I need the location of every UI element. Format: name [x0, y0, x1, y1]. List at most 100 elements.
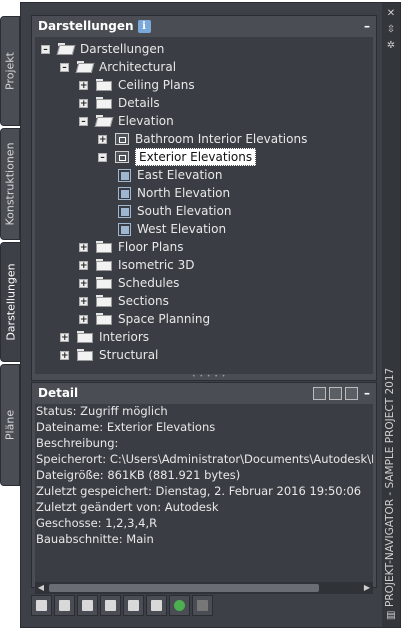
- tree-node[interactable]: – Architectural: [60, 58, 176, 76]
- detail-list-icon[interactable]: [329, 386, 342, 400]
- tab-darstellungen[interactable]: Darstellungen: [0, 242, 20, 362]
- minimize-button[interactable]: –: [364, 19, 370, 33]
- expand-icon[interactable]: +: [60, 350, 69, 360]
- expand-icon[interactable]: +: [79, 80, 88, 90]
- tree-node-label: Schedules: [118, 276, 180, 290]
- elevation-view-icon: [117, 186, 131, 200]
- tree-node[interactable]: + Isometric 3D: [79, 256, 194, 274]
- preview-icon[interactable]: [313, 386, 326, 400]
- delete-icon[interactable]: [192, 595, 213, 616]
- horizontal-scrollbar[interactable]: ◀ ▶: [35, 582, 373, 594]
- detail-content: Status: Zugriff möglich Dateiname: Exteri…: [35, 404, 373, 584]
- tree-node[interactable]: West Elevation: [117, 220, 226, 238]
- expand-icon[interactable]: +: [60, 332, 69, 342]
- views-panel: Darstellungen i – – Darstellungen – Archite…: [31, 15, 377, 381]
- close-icon[interactable]: ✕: [386, 9, 396, 19]
- detail-line: Zuletzt geändert von: Autodesk: [36, 500, 219, 514]
- folder-open-icon: [58, 43, 74, 55]
- expand-icon[interactable]: +: [79, 314, 88, 324]
- view-icon: [115, 133, 129, 145]
- scroll-left-icon[interactable]: ◀: [35, 582, 47, 594]
- project-navigator-palette: ✕ ⇳ ✲ PROJEKT-NAVIGATOR - SAMPLE PROJECT…: [20, 2, 401, 628]
- expand-icon[interactable]: +: [79, 278, 88, 288]
- folder-open-icon: [96, 115, 112, 127]
- tab-konstruktionen-label: Konstruktionen: [3, 142, 17, 226]
- tab-plaene[interactable]: Pläne: [0, 364, 20, 486]
- folder-icon: [96, 295, 112, 307]
- palette-menu-icon[interactable]: ▤: [386, 611, 396, 621]
- properties-menu-icon[interactable]: ✲: [386, 41, 396, 51]
- info-icon[interactable]: i: [137, 19, 151, 33]
- palette-title: PROJEKT-NAVIGATOR - SAMPLE PROJECT 2017: [384, 367, 396, 607]
- add-view-icon[interactable]: [54, 595, 75, 616]
- expand-icon[interactable]: +: [79, 242, 88, 252]
- view-icon: [115, 151, 129, 163]
- detail-line: Dateiname: Exterior Elevations: [36, 420, 216, 434]
- tree-node[interactable]: – Darstellungen: [41, 40, 164, 58]
- tree-node-label: Exterior Elevations: [135, 148, 257, 166]
- tree-node[interactable]: + Floor Plans: [79, 238, 183, 256]
- tree-node[interactable]: North Elevation: [117, 184, 230, 202]
- scroll-right-icon[interactable]: ▶: [361, 582, 373, 594]
- regenerate-icon[interactable]: [77, 595, 98, 616]
- select-icon[interactable]: [123, 595, 144, 616]
- detail-minimize-button[interactable]: –: [364, 386, 370, 400]
- views-tree[interactable]: – Darstellungen – Architectural + Ceiling Pla…: [35, 37, 373, 374]
- detail-line: Beschreibung:: [36, 436, 119, 450]
- elevation-view-icon: [117, 222, 131, 236]
- tree-node[interactable]: + Ceiling Plans: [79, 76, 195, 94]
- new-view-icon[interactable]: [31, 595, 52, 616]
- expand-icon[interactable]: +: [79, 260, 88, 270]
- collapse-icon[interactable]: –: [60, 62, 69, 72]
- tree-node-label: Ceiling Plans: [118, 78, 195, 92]
- tree-node[interactable]: + Schedules: [79, 274, 179, 292]
- tree-node[interactable]: + Bathroom Interior Elevations: [98, 130, 307, 148]
- folder-icon: [96, 277, 112, 289]
- detail-line: Zuletzt gespeichert: Dienstag, 2. Februa…: [36, 484, 362, 498]
- views-panel-header: Darstellungen i –: [32, 16, 376, 36]
- tab-konstruktionen[interactable]: Konstruktionen: [0, 128, 20, 240]
- collapse-icon[interactable]: –: [79, 116, 88, 126]
- tree-node[interactable]: South Elevation: [117, 202, 231, 220]
- tree-node[interactable]: – Exterior Elevations: [98, 148, 257, 166]
- detail-line: Speicherort: C:\Users\Administrator\Docu…: [36, 452, 373, 466]
- tree-node-label: Sections: [118, 294, 169, 308]
- splitter-grip[interactable]: • • • • •: [192, 373, 226, 380]
- properties-icon[interactable]: [146, 595, 167, 616]
- clipboard-icon[interactable]: [100, 595, 121, 616]
- detail-line: Dateigröße: 861KB (881.921 bytes): [36, 468, 241, 482]
- image-preview-icon[interactable]: [345, 386, 358, 400]
- tree-node-label: Darstellungen: [80, 42, 165, 56]
- tree-node[interactable]: + Structural: [60, 346, 158, 364]
- folder-icon: [96, 313, 112, 325]
- tree-node[interactable]: + Details: [79, 94, 160, 112]
- palette-titlebar[interactable]: ✕ ⇳ ✲ PROJEKT-NAVIGATOR - SAMPLE PROJECT…: [382, 3, 400, 627]
- detail-line: Status: Zugriff möglich: [36, 404, 168, 418]
- detail-panel-title: Detail: [38, 386, 79, 400]
- collapse-icon[interactable]: –: [41, 44, 50, 54]
- elevation-view-icon: [117, 204, 131, 218]
- tree-node[interactable]: – Elevation: [79, 112, 174, 130]
- autohide-icon[interactable]: ⇳: [386, 25, 396, 35]
- tree-node-label: West Elevation: [137, 222, 227, 236]
- tree-node-label: Isometric 3D: [118, 258, 195, 272]
- bottom-toolbar: [31, 595, 213, 616]
- tree-node[interactable]: + Sections: [79, 292, 169, 310]
- tab-projekt[interactable]: Projekt: [0, 16, 20, 126]
- tree-node[interactable]: + Interiors: [60, 328, 149, 346]
- refresh-icon[interactable]: [169, 595, 190, 616]
- expand-icon[interactable]: +: [79, 98, 88, 108]
- tree-node-label: South Elevation: [137, 204, 232, 218]
- tree-node-label: Structural: [99, 348, 159, 362]
- scroll-thumb[interactable]: [49, 584, 319, 592]
- tree-node-label: North Elevation: [137, 186, 231, 200]
- detail-line: Bauabschnitte: Main: [36, 532, 154, 546]
- expand-icon[interactable]: +: [98, 134, 107, 144]
- expand-icon[interactable]: +: [79, 296, 88, 306]
- tree-node[interactable]: + Space Planning: [79, 310, 210, 328]
- tree-node-label: Elevation: [118, 114, 174, 128]
- collapse-icon[interactable]: –: [98, 152, 107, 162]
- tree-node[interactable]: East Elevation: [117, 166, 222, 184]
- detail-view-options: [313, 386, 358, 400]
- tree-node-label: East Elevation: [137, 168, 223, 182]
